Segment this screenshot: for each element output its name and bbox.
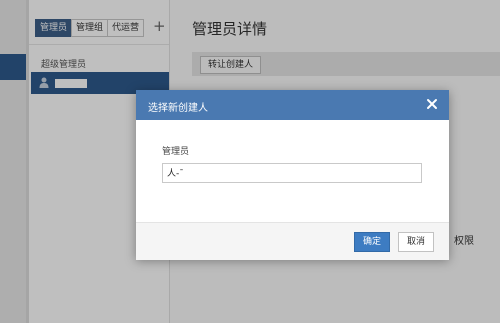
dialog-footer: 确定 取消 (136, 222, 449, 260)
cancel-button[interactable]: 取消 (398, 232, 435, 252)
dialog-title: 选择新创建人 (148, 103, 208, 114)
close-icon[interactable] (425, 97, 439, 111)
select-creator-dialog: 选择新创建人 管理员 人-ˉ 确定 取消 (136, 90, 449, 260)
confirm-button[interactable]: 确定 (354, 232, 391, 252)
admin-field[interactable]: 人-ˉ (162, 163, 422, 183)
admin-field-label: 管理员 (162, 147, 190, 157)
dialog-header: 选择新创建人 (136, 90, 449, 120)
